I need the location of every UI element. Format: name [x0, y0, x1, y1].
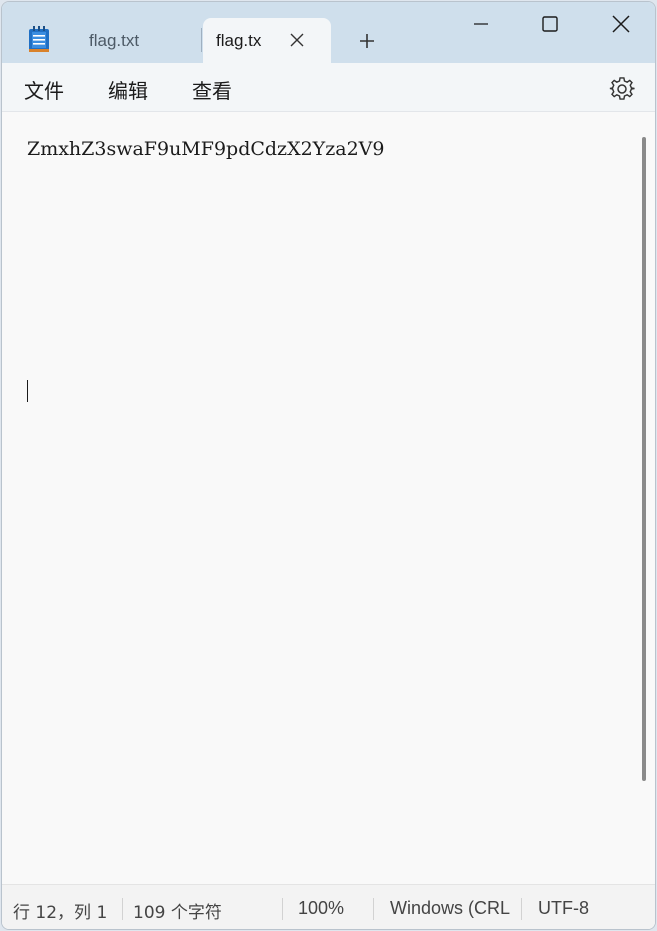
menu-edit[interactable]: 编辑 — [108, 75, 148, 104]
tab-label: flag.txt — [89, 30, 140, 50]
tab-separator — [201, 28, 202, 52]
maximize-icon[interactable] — [538, 12, 562, 36]
status-separator — [122, 898, 123, 920]
tab-close-icon[interactable] — [289, 32, 305, 48]
status-zoom[interactable]: 100% — [298, 898, 344, 919]
status-bar: 行 12，列 1 109 个字符 100% Windows (CRLF) UTF… — [2, 884, 655, 929]
status-separator — [373, 898, 374, 920]
notepad-icon — [29, 26, 49, 52]
tab-flag-tx-active[interactable]: flag.tx — [203, 18, 331, 63]
menu-bar: 文件 编辑 查看 — [2, 63, 655, 112]
text-caret — [27, 380, 28, 402]
tab-flag-txt[interactable]: flag.txt — [64, 18, 200, 63]
vertical-scrollbar[interactable] — [642, 137, 646, 781]
status-separator — [521, 898, 522, 920]
minimize-icon[interactable] — [469, 12, 493, 36]
notepad-window: flag.txt flag.tx 文件 编辑 查看 ZmxhZ3swaF9uMF… — [1, 1, 656, 930]
status-cursor-position: 行 12，列 1 — [13, 903, 108, 923]
new-tab-plus-icon[interactable] — [354, 30, 380, 52]
editor-content[interactable]: ZmxhZ3swaF9uMF9pdCdzX2Yza2V9 — [27, 138, 384, 160]
window-close-icon[interactable] — [609, 12, 633, 36]
text-editor-area[interactable]: ZmxhZ3swaF9uMF9pdCdzX2Yza2V9 — [2, 113, 655, 884]
menu-view[interactable]: 查看 — [192, 75, 232, 104]
title-bar: flag.txt flag.tx — [2, 2, 655, 63]
menu-file[interactable]: 文件 — [24, 75, 64, 104]
gear-icon[interactable] — [609, 76, 635, 102]
status-char-count: 109 个字符 — [133, 903, 222, 923]
tab-label: flag.tx — [216, 30, 262, 50]
status-line-ending[interactable]: Windows (CRLF) — [390, 898, 510, 919]
status-encoding[interactable]: UTF-8 — [538, 898, 589, 919]
status-separator — [282, 898, 283, 920]
